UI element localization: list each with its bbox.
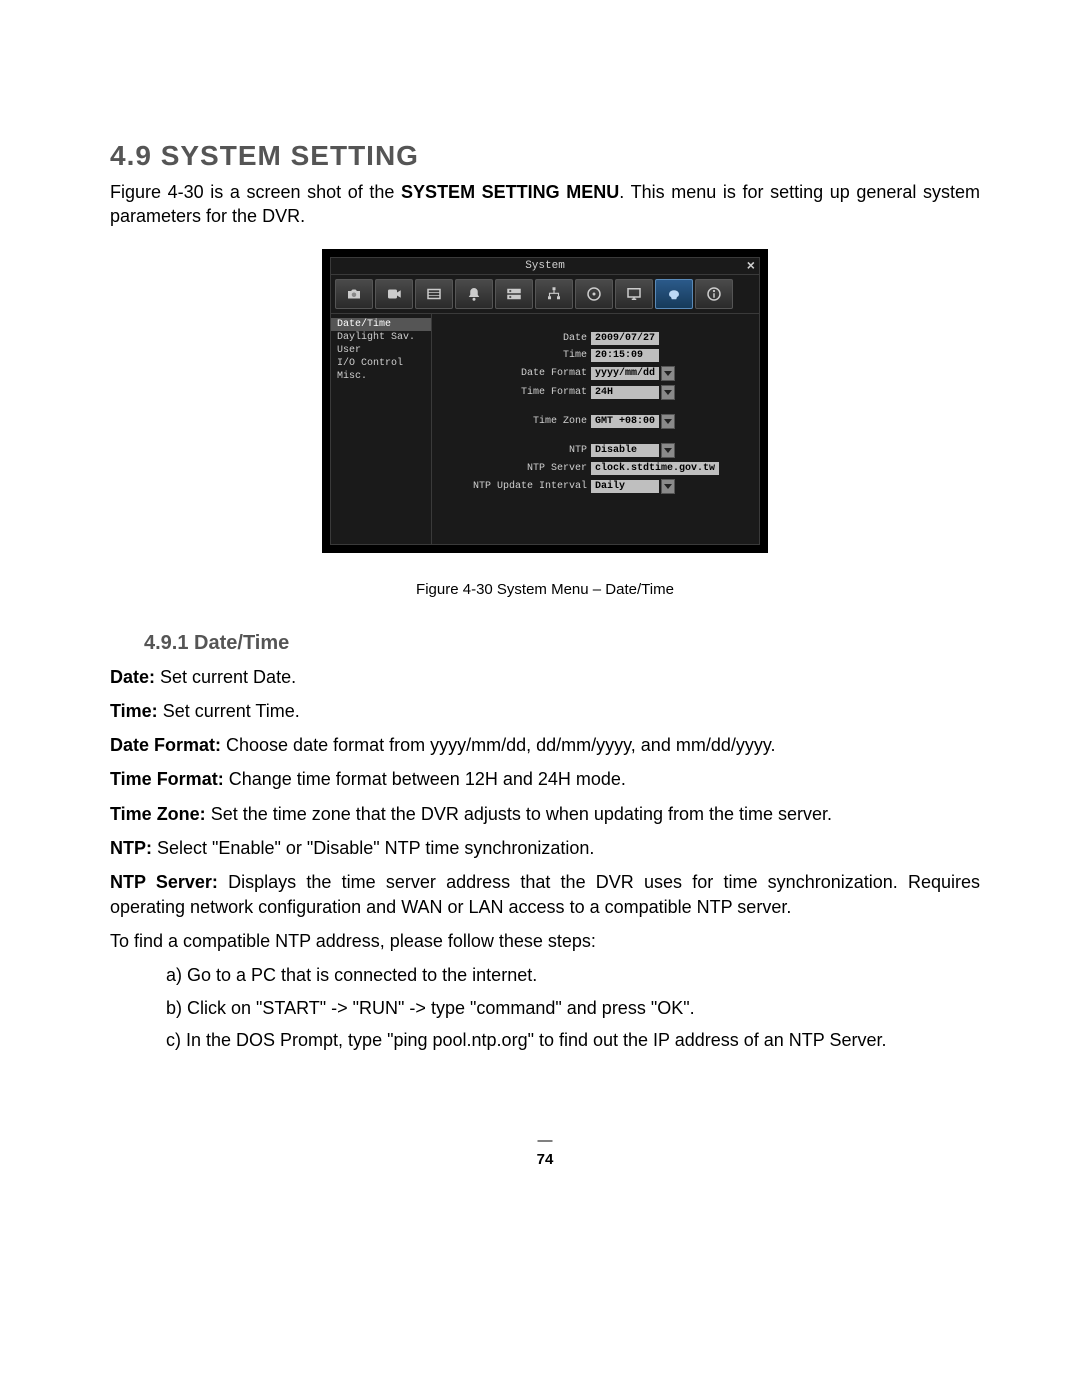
toolbar-disk-icon[interactable] — [575, 279, 613, 309]
time-label: Time — [442, 350, 591, 361]
step-a: a) Go to a PC that is connected to the i… — [166, 963, 980, 987]
def-timeformat-term: Time Format: — [110, 769, 224, 789]
def-ntpserver-term: NTP Server: — [110, 872, 218, 892]
toolbar-network-icon[interactable] — [535, 279, 573, 309]
page-number-dash: — — [110, 1132, 980, 1149]
def-date: Date: Set current Date. — [110, 665, 980, 689]
toolbar-schedule-icon[interactable] — [495, 279, 533, 309]
chevron-down-icon[interactable] — [661, 366, 675, 381]
chevron-down-icon[interactable] — [661, 414, 675, 429]
dateformat-select[interactable]: yyyy/mm/dd — [591, 367, 659, 380]
ntpupdate-label: NTP Update Interval — [442, 481, 591, 492]
date-label: Date — [442, 333, 591, 344]
settings-panel: Date 2009/07/27 Time 20:15:09 Date Forma… — [432, 314, 759, 544]
toolbar-camera-icon[interactable] — [335, 279, 373, 309]
def-ntp-text: Select "Enable" or "Disable" NTP time sy… — [152, 838, 594, 858]
figure-caption: Figure 4-30 System Menu – Date/Time — [110, 581, 980, 598]
def-ntpserver: NTP Server: Displays the time server add… — [110, 870, 980, 919]
page-number-value: 74 — [537, 1151, 554, 1168]
toolbar — [331, 275, 759, 314]
dvr-screenshot: System × Date/Time — [322, 249, 768, 553]
def-time-term: Time: — [110, 701, 158, 721]
window-titlebar: System × — [331, 258, 759, 275]
toolbar-info-icon[interactable] — [695, 279, 733, 309]
def-ntpserver-text: Displays the time server address that th… — [110, 872, 980, 916]
toolbar-record-icon[interactable] — [375, 279, 413, 309]
ntpserver-field[interactable]: clock.stdtime.gov.tw — [591, 462, 719, 475]
toolbar-display-icon[interactable] — [615, 279, 653, 309]
dateformat-label: Date Format — [442, 368, 591, 379]
def-dateformat: Date Format: Choose date format from yyy… — [110, 733, 980, 757]
sidebar: Date/Time Daylight Sav. User I/O Control… — [331, 314, 432, 544]
toolbar-system-icon[interactable] — [655, 279, 693, 309]
def-dateformat-text: Choose date format from yyyy/mm/dd, dd/m… — [221, 735, 776, 755]
def-timezone: Time Zone: Set the time zone that the DV… — [110, 802, 980, 826]
toolbar-bell-icon[interactable] — [455, 279, 493, 309]
timeformat-label: Time Format — [442, 387, 591, 398]
def-date-term: Date: — [110, 667, 155, 687]
steps-list: a) Go to a PC that is connected to the i… — [166, 963, 980, 1052]
chevron-down-icon[interactable] — [661, 385, 675, 400]
sidebar-item-user[interactable]: User — [331, 344, 431, 357]
chevron-down-icon[interactable] — [661, 443, 675, 458]
step-c: c) In the DOS Prompt, type "ping pool.nt… — [166, 1028, 980, 1052]
timezone-label: Time Zone — [442, 416, 591, 427]
window-title: System — [525, 260, 565, 272]
intro-text-pre: Figure 4-30 is a screen shot of the — [110, 182, 401, 202]
def-timezone-text: Set the time zone that the DVR adjusts t… — [206, 804, 832, 824]
find-ntp-intro: To find a compatible NTP address, please… — [110, 929, 980, 953]
timeformat-select[interactable]: 24H — [591, 386, 659, 399]
ntpupdate-select[interactable]: Daily — [591, 480, 659, 493]
timezone-select[interactable]: GMT +08:00 — [591, 415, 659, 428]
def-date-text: Set current Date. — [155, 667, 296, 687]
section-heading: 4.9 SYSTEM SETTING — [110, 140, 980, 172]
def-ntp: NTP: Select "Enable" or "Disable" NTP ti… — [110, 836, 980, 860]
def-time: Time: Set current Time. — [110, 699, 980, 723]
ntp-select[interactable]: Disable — [591, 444, 659, 457]
def-dateformat-term: Date Format: — [110, 735, 221, 755]
date-field[interactable]: 2009/07/27 — [591, 332, 659, 345]
close-icon[interactable]: × — [747, 259, 755, 275]
ntp-label: NTP — [442, 445, 591, 456]
toolbar-alarm-icon[interactable] — [415, 279, 453, 309]
sidebar-item-iocontrol[interactable]: I/O Control — [331, 357, 431, 370]
def-time-text: Set current Time. — [158, 701, 300, 721]
step-b: b) Click on "START" -> "RUN" -> type "co… — [166, 996, 980, 1020]
time-field[interactable]: 20:15:09 — [591, 349, 659, 362]
ntpserver-label: NTP Server — [442, 463, 591, 474]
intro-paragraph: Figure 4-30 is a screen shot of the SYST… — [110, 180, 980, 229]
def-ntp-term: NTP: — [110, 838, 152, 858]
def-timeformat: Time Format: Change time format between … — [110, 767, 980, 791]
intro-text-bold: SYSTEM SETTING MENU — [401, 182, 619, 202]
def-timeformat-text: Change time format between 12H and 24H m… — [224, 769, 626, 789]
page-number: — 74 — [110, 1132, 980, 1168]
chevron-down-icon[interactable] — [661, 479, 675, 494]
sidebar-item-datetime[interactable]: Date/Time — [331, 318, 431, 331]
subsection-heading: 4.9.1 Date/Time — [144, 632, 980, 655]
figure-wrap: System × Date/Time — [110, 249, 980, 553]
sidebar-item-misc[interactable]: Misc. — [331, 370, 431, 383]
sidebar-item-daylight[interactable]: Daylight Sav. — [331, 331, 431, 344]
def-timezone-term: Time Zone: — [110, 804, 206, 824]
